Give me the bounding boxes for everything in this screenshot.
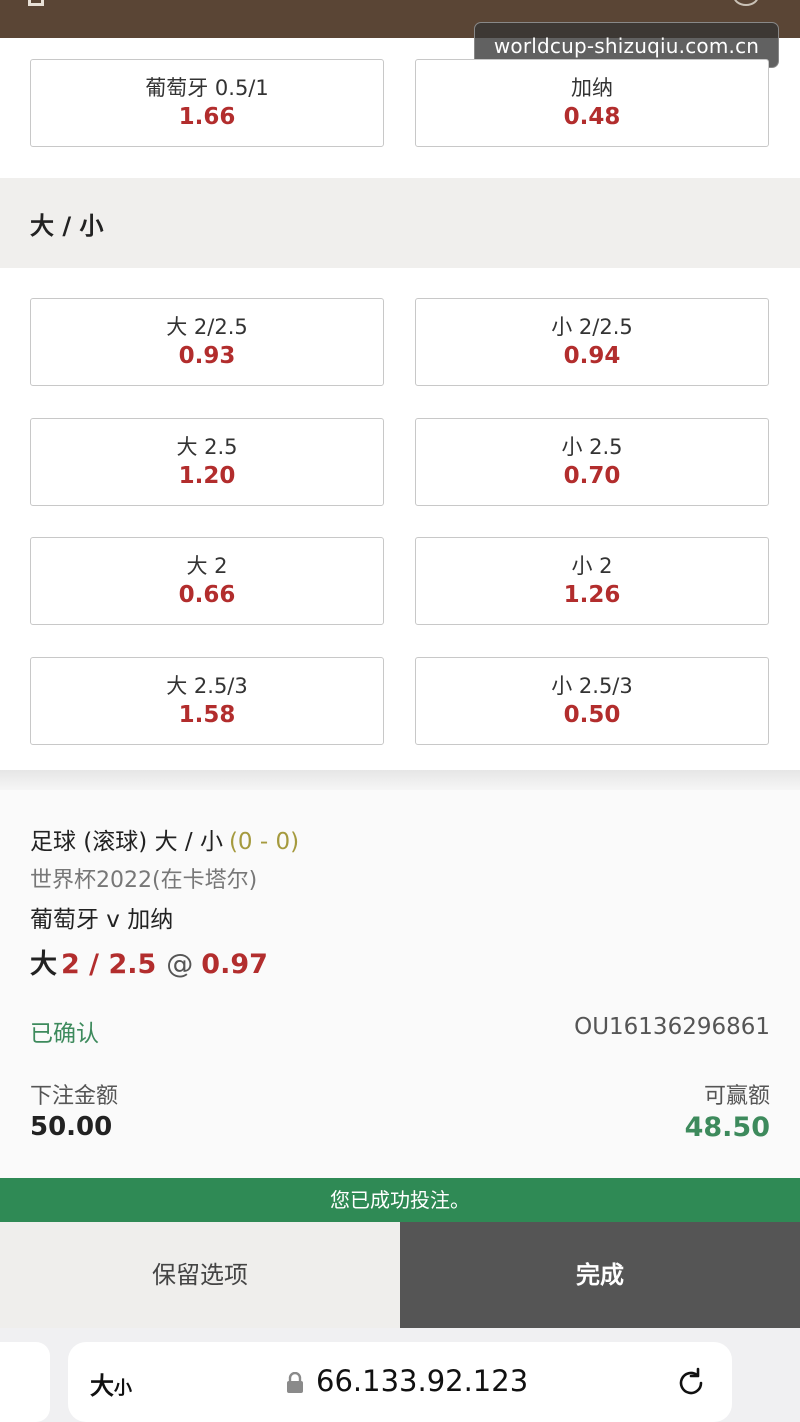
at-symbol: @ bbox=[166, 949, 194, 980]
browser-bottom-bar: 大小 66.133.92.123 bbox=[0, 1328, 800, 1422]
odds-value: 1.58 bbox=[178, 702, 236, 728]
bet-teams: 葡萄牙 v 加纳 bbox=[30, 907, 174, 933]
odds-label: 大 2.5 bbox=[176, 435, 238, 459]
odds-button-over-2[interactable]: 大 2 0.66 bbox=[30, 537, 384, 625]
odds-value: 1.26 bbox=[563, 582, 621, 608]
done-button[interactable]: 完成 bbox=[400, 1222, 800, 1328]
bet-slip: 足球 (滚球) 大 / 小 (0 - 0) 世界杯2022(在卡塔尔) 葡萄牙 v… bbox=[0, 790, 800, 1178]
account-icon[interactable] bbox=[733, 0, 759, 6]
odds-button-over-2.5[interactable]: 大 2.5 1.20 bbox=[30, 418, 384, 506]
odds-value: 0.93 bbox=[178, 343, 236, 369]
previous-tab[interactable] bbox=[0, 1342, 50, 1422]
lock-icon bbox=[287, 1372, 303, 1393]
odds-button-under-2.5[interactable]: 小 2.5 0.70 bbox=[415, 418, 769, 506]
selection-price: 0.97 bbox=[201, 949, 268, 980]
potential-win-label: 可赢额 bbox=[703, 1084, 770, 1109]
success-banner: 您已成功投注。 bbox=[0, 1178, 800, 1222]
odds-value: 0.94 bbox=[563, 343, 621, 369]
odds-label: 大 2/2.5 bbox=[166, 315, 248, 339]
stake-value: 50.00 bbox=[30, 1112, 113, 1142]
odds-button-handicap-away[interactable]: 加纳 0.48 bbox=[415, 59, 769, 147]
bet-market: 足球 (滚球) 大 / 小 (0 - 0) bbox=[30, 822, 299, 856]
text-size-big: 大 bbox=[90, 1372, 114, 1400]
odds-value: 1.20 bbox=[178, 463, 236, 489]
menu-icon[interactable] bbox=[28, 0, 44, 6]
bet-league: 世界杯2022(在卡塔尔) bbox=[30, 868, 258, 893]
stake-label: 下注金额 bbox=[30, 1084, 119, 1109]
odds-value: 0.66 bbox=[178, 582, 236, 608]
section-title: 大 / 小 bbox=[30, 212, 104, 240]
odds-label: 小 2.5 bbox=[561, 435, 623, 459]
slip-divider bbox=[0, 770, 800, 792]
odds-button-over-2.5-3[interactable]: 大 2.5/3 1.58 bbox=[30, 657, 384, 745]
odds-label: 大 2 bbox=[186, 554, 228, 578]
odds-value: 0.48 bbox=[563, 104, 621, 130]
odds-label: 葡萄牙 0.5/1 bbox=[145, 76, 269, 100]
odds-button-under-2[interactable]: 小 2 1.26 bbox=[415, 537, 769, 625]
odds-label: 小 2 bbox=[571, 554, 613, 578]
potential-win-value: 48.50 bbox=[684, 1112, 770, 1143]
odds-value: 0.50 bbox=[563, 702, 621, 728]
odds-button-under-2.5-3[interactable]: 小 2.5/3 0.50 bbox=[415, 657, 769, 745]
odds-value: 0.70 bbox=[563, 463, 621, 489]
bet-status: 已确认 bbox=[30, 1021, 99, 1047]
odds-value: 1.66 bbox=[178, 104, 236, 130]
bet-selection: 大2 / 2.5 @0.97 bbox=[30, 942, 268, 981]
keep-selections-button[interactable]: 保留选项 bbox=[0, 1222, 400, 1328]
live-score: (0 - 0) bbox=[228, 829, 300, 855]
odds-button-under-2-2.5[interactable]: 小 2/2.5 0.94 bbox=[415, 298, 769, 386]
address-bar[interactable]: 大小 66.133.92.123 bbox=[68, 1342, 732, 1422]
selection-name: 大 bbox=[30, 949, 57, 980]
odds-label: 小 2.5/3 bbox=[551, 674, 633, 698]
text-size-small: 小 bbox=[114, 1378, 132, 1399]
over-under-section-header[interactable]: 大 / 小 bbox=[0, 178, 800, 268]
odds-button-over-2-2.5[interactable]: 大 2/2.5 0.93 bbox=[30, 298, 384, 386]
bet-reference: OU16136296861 bbox=[574, 1014, 770, 1040]
odds-button-handicap-home[interactable]: 葡萄牙 0.5/1 1.66 bbox=[30, 59, 384, 147]
odds-label: 加纳 bbox=[571, 76, 613, 100]
odds-label: 小 2/2.5 bbox=[551, 315, 633, 339]
url-text[interactable]: 66.133.92.123 bbox=[316, 1364, 528, 1398]
reload-icon[interactable] bbox=[674, 1366, 708, 1400]
bet-market-name: 足球 (滚球) 大 / 小 bbox=[30, 829, 223, 855]
text-size-button[interactable]: 大小 bbox=[90, 1366, 132, 1401]
odds-label: 大 2.5/3 bbox=[166, 674, 248, 698]
selection-line: 2 / 2.5 bbox=[61, 949, 157, 980]
